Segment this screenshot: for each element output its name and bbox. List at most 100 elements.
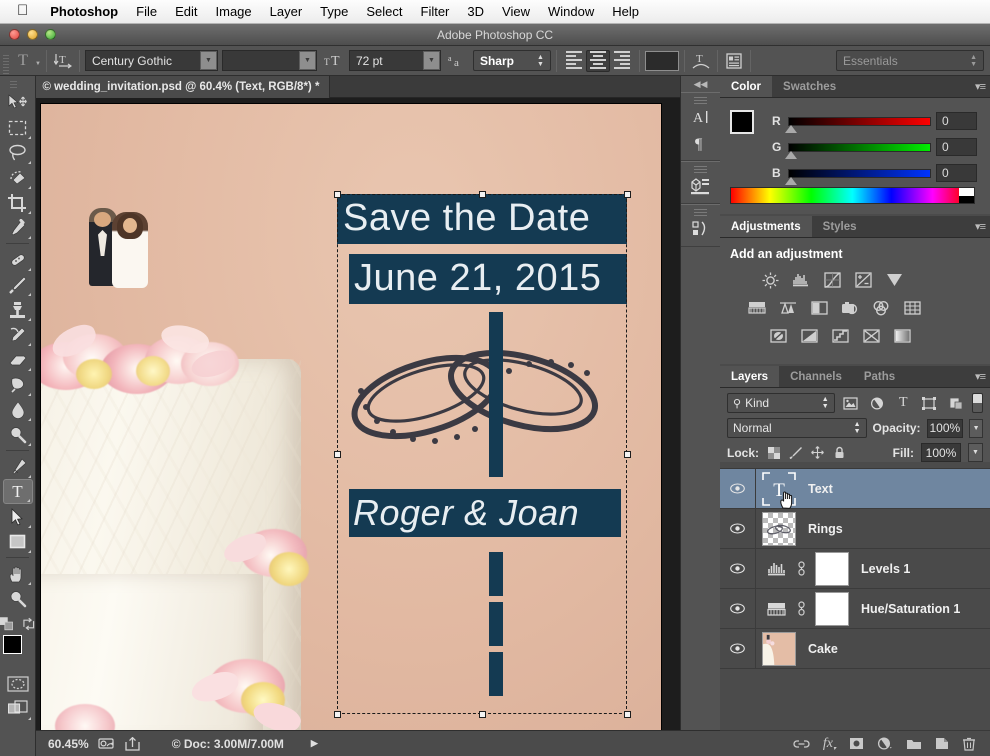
- align-right-button[interactable]: [610, 50, 634, 72]
- tab-color[interactable]: Color: [720, 76, 772, 97]
- fill-value[interactable]: 100%: [921, 443, 961, 462]
- align-left-button[interactable]: [562, 50, 586, 72]
- filter-adjustment-layers-icon[interactable]: [867, 393, 887, 413]
- white-black-swatches[interactable]: [959, 188, 974, 203]
- pen-tool[interactable]: [3, 454, 33, 479]
- panel-group-grip[interactable]: [681, 95, 720, 104]
- layer-name-hue-saturation-1[interactable]: Hue/Saturation 1: [861, 602, 960, 616]
- toggle-text-orientation-icon[interactable]: T: [52, 50, 74, 72]
- color-spectrum-ramp[interactable]: [730, 187, 975, 204]
- apple-logo-icon[interactable]: : [0, 3, 41, 18]
- date-text[interactable]: June 21, 2015: [354, 257, 601, 300]
- filter-pixel-layers-icon[interactable]: [841, 393, 861, 413]
- document-settings-icon[interactable]: [98, 737, 116, 750]
- fill-chevron-icon[interactable]: ▼: [968, 443, 983, 462]
- panel-menu-icon-adjustments[interactable]: ▾≡: [975, 220, 985, 233]
- brush-tool[interactable]: [3, 272, 33, 297]
- levels-icon[interactable]: [764, 561, 790, 577]
- layer-filter-stepper-icon[interactable]: ▲▼: [822, 396, 829, 410]
- font-style-chevron-icon[interactable]: ▼: [299, 51, 316, 70]
- blue-channel-value[interactable]: 0: [936, 164, 977, 182]
- status-expand-arrow-icon[interactable]: ▶: [311, 738, 318, 749]
- layer-visibility-toggle-levels-1[interactable]: [720, 549, 756, 588]
- menu-3d[interactable]: 3D: [458, 0, 493, 24]
- photo-filter-icon[interactable]: [840, 298, 860, 318]
- tab-paths[interactable]: Paths: [853, 366, 906, 387]
- tool-more-triangle-icon[interactable]: [28, 136, 31, 139]
- font-size-input[interactable]: 72 pt ▼: [349, 50, 441, 71]
- type-tool[interactable]: T: [3, 479, 33, 504]
- menu-window[interactable]: Window: [539, 0, 603, 24]
- layer-name-rings[interactable]: Rings: [808, 522, 843, 536]
- layer-name-levels-1[interactable]: Levels 1: [861, 562, 910, 576]
- tool-more-triangle-icon[interactable]: [28, 443, 31, 446]
- new-adjustment-layer-icon[interactable]: [877, 737, 893, 750]
- quick-mask-mode-icon[interactable]: [3, 671, 33, 696]
- path-selection-tool[interactable]: [3, 504, 33, 529]
- lasso-tool[interactable]: [3, 140, 33, 165]
- menu-image[interactable]: Image: [207, 0, 261, 24]
- layer-row-levels-1[interactable]: Levels 1: [720, 549, 990, 589]
- lock-image-pixels-icon[interactable]: [788, 445, 803, 461]
- anti-aliasing-select[interactable]: Sharp ▲▼: [473, 50, 551, 71]
- tool-more-triangle-icon[interactable]: [28, 368, 31, 371]
- minimize-button[interactable]: [27, 29, 38, 40]
- menu-select[interactable]: Select: [357, 0, 411, 24]
- crop-tool[interactable]: [3, 190, 33, 215]
- tool-more-triangle-icon[interactable]: [28, 293, 31, 296]
- opacity-value[interactable]: 100%: [927, 419, 964, 438]
- bbox-handle-tr[interactable]: [624, 191, 631, 198]
- hue-saturation-icon[interactable]: [764, 601, 790, 617]
- menu-photoshop[interactable]: Photoshop: [41, 0, 127, 24]
- green-channel-slider[interactable]: [788, 143, 931, 152]
- workspace-stepper-icon[interactable]: ▲▼: [970, 54, 977, 68]
- tool-more-triangle-icon[interactable]: [28, 161, 31, 164]
- opacity-chevron-icon[interactable]: ▼: [969, 419, 983, 438]
- bbox-handle-tl[interactable]: [334, 191, 341, 198]
- menu-filter[interactable]: Filter: [412, 0, 459, 24]
- hue-saturation-icon[interactable]: [747, 298, 767, 318]
- tool-more-triangle-icon[interactable]: [27, 499, 30, 502]
- quick-selection-tool[interactable]: [3, 165, 33, 190]
- filter-smart-objects-icon[interactable]: [946, 393, 966, 413]
- blue-channel-thumb[interactable]: [785, 177, 797, 185]
- tool-more-triangle-icon[interactable]: [28, 475, 31, 478]
- text-color-swatch[interactable]: [645, 51, 679, 71]
- levels-icon[interactable]: [791, 270, 811, 290]
- anti-aliasing-stepper-icon[interactable]: ▲▼: [537, 54, 544, 68]
- panel-menu-icon-layers[interactable]: ▾≡: [975, 370, 985, 383]
- layer-visibility-toggle-hue-saturation-1[interactable]: [720, 589, 756, 628]
- tools-panel-grip[interactable]: [0, 80, 35, 90]
- layer-mask-thumbnail-hue-saturation-1[interactable]: [815, 592, 849, 626]
- bbox-handle-bm[interactable]: [479, 711, 486, 718]
- tool-more-triangle-icon[interactable]: [28, 236, 31, 239]
- history-panel-icon[interactable]: [681, 216, 720, 242]
- align-center-button[interactable]: [586, 50, 610, 72]
- toggle-character-panel-icon[interactable]: [723, 50, 745, 72]
- tab-adjustments[interactable]: Adjustments: [720, 216, 812, 237]
- eyedropper-tool[interactable]: [3, 215, 33, 240]
- red-channel-thumb[interactable]: [785, 125, 797, 133]
- foreground-background-colors[interactable]: [3, 635, 33, 665]
- blend-mode-stepper-icon[interactable]: ▲▼: [854, 421, 861, 435]
- font-size-chevron-icon[interactable]: ▼: [423, 51, 440, 70]
- tab-layers[interactable]: Layers: [720, 366, 779, 387]
- type-layer-thumbnail[interactable]: T: [762, 472, 796, 506]
- curves-icon[interactable]: [822, 270, 842, 290]
- tab-channels[interactable]: Channels: [779, 366, 853, 387]
- color-lookup-icon[interactable]: [902, 298, 922, 318]
- rectangular-marquee-tool[interactable]: [3, 115, 33, 140]
- layer-row-text[interactable]: T Text: [720, 469, 990, 509]
- menu-file[interactable]: File: [127, 0, 166, 24]
- channel-mixer-icon[interactable]: [871, 298, 891, 318]
- bbox-handle-mr[interactable]: [624, 451, 631, 458]
- tool-more-triangle-icon[interactable]: [28, 418, 31, 421]
- menu-type[interactable]: Type: [311, 0, 357, 24]
- workspace-select[interactable]: Essentials ▲▼: [836, 50, 984, 71]
- font-family-chevron-icon[interactable]: ▼: [200, 51, 217, 70]
- tab-swatches[interactable]: Swatches: [772, 76, 847, 97]
- hand-tool[interactable]: [3, 561, 33, 586]
- bbox-handle-tm[interactable]: [479, 191, 486, 198]
- layer-style-fx-icon[interactable]: fx▾: [823, 736, 836, 752]
- red-channel-slider[interactable]: [788, 117, 931, 126]
